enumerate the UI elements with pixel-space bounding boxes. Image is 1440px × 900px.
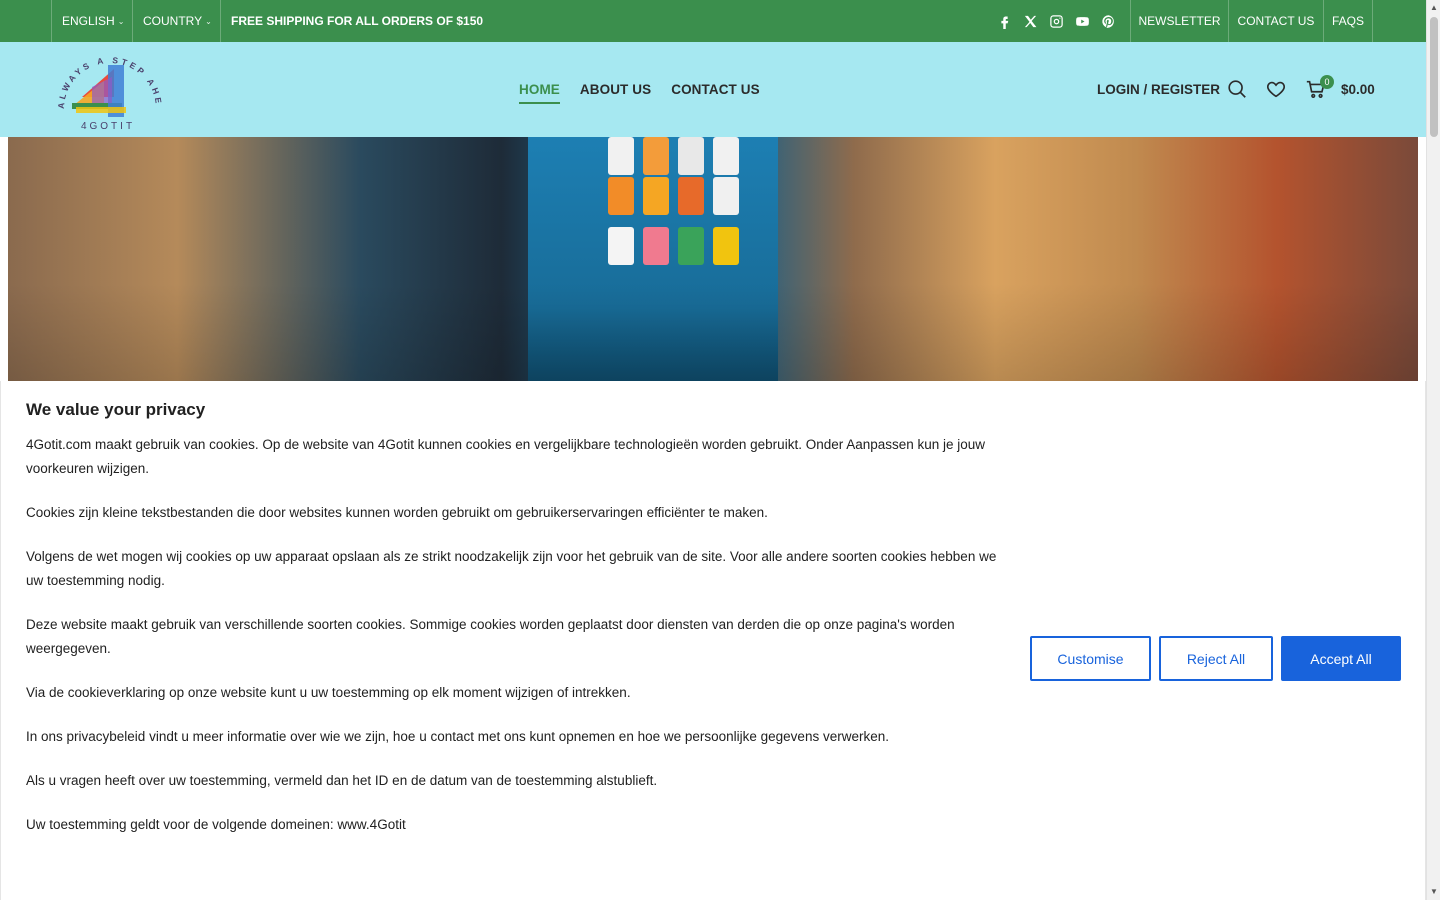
nav-about-us[interactable]: ABOUT US	[580, 82, 651, 97]
cookie-paragraph: Volgens de wet mogen wij cookies op uw a…	[26, 549, 997, 588]
newsletter-link[interactable]: NEWSLETTER	[1130, 0, 1228, 42]
language-label: ENGLISH	[62, 14, 115, 28]
cookie-paragraph: Uw toestemming geldt voor de volgende do…	[26, 817, 406, 832]
youtube-icon[interactable]	[1074, 13, 1090, 29]
chevron-down-icon: ⌄	[117, 16, 125, 26]
cookie-paragraph: Deze website maakt gebruik van verschill…	[26, 617, 955, 656]
cookie-paragraph: 4Gotit.com maakt gebruik van cookies. Op…	[26, 437, 986, 476]
cookie-paragraph: Cookies zijn kleine tekstbestanden die d…	[26, 505, 768, 520]
logo-brand-text: 4GOTIT	[81, 121, 135, 132]
wishlist-heart-icon[interactable]	[1265, 78, 1287, 100]
page-scrollbar[interactable]: ▲ ▼	[1426, 0, 1440, 900]
scrollbar-thumb[interactable]	[1430, 17, 1438, 137]
free-shipping-banner: FREE SHIPPING FOR ALL ORDERS OF $150	[231, 14, 484, 28]
language-selector[interactable]: ENGLISH ⌄	[51, 0, 127, 42]
cookie-paragraph: Via de cookieverklaring op onze website …	[26, 685, 631, 700]
customise-button[interactable]: Customise	[1030, 636, 1151, 681]
cart-total[interactable]: $0.00	[1341, 42, 1375, 137]
social-links	[996, 0, 1116, 42]
brand-logo[interactable]: ALWAYS A STEP AHEAD 4GOTIT	[47, 39, 164, 132]
country-label: COUNTRY	[143, 14, 203, 28]
cookie-title: We value your privacy	[26, 400, 206, 419]
primary-nav: HOME ABOUT US CONTACT US	[519, 42, 760, 137]
facebook-icon[interactable]	[996, 13, 1012, 29]
top-bar: ENGLISH ⌄ COUNTRY ⌄ FREE SHIPPING FOR AL…	[0, 0, 1426, 42]
hero-banner-image	[8, 137, 1418, 381]
search-icon[interactable]	[1226, 78, 1248, 100]
instagram-icon[interactable]	[1048, 13, 1064, 29]
accept-all-button[interactable]: Accept All	[1281, 636, 1401, 681]
scroll-up-arrow-icon[interactable]: ▲	[1427, 0, 1440, 14]
x-icon[interactable]	[1022, 13, 1038, 29]
scroll-down-arrow-icon[interactable]: ▼	[1427, 884, 1440, 898]
cookie-consent-banner: We value your privacy 4Gotit.com maakt g…	[0, 381, 1426, 900]
chevron-down-icon: ⌄	[205, 16, 212, 26]
cart-count-badge: 0	[1320, 75, 1334, 89]
contact-us-top-link[interactable]: CONTACT US	[1228, 0, 1323, 42]
nav-contact-us[interactable]: CONTACT US	[671, 82, 760, 97]
cookie-paragraph: Als u vragen heeft over uw toestemming, …	[26, 773, 658, 788]
country-selector[interactable]: COUNTRY ⌄	[132, 0, 220, 42]
main-header: ALWAYS A STEP AHEAD 4GOTIT HOME ABOUT US…	[0, 39, 1426, 137]
nav-home[interactable]: HOME	[519, 82, 560, 104]
pinterest-icon[interactable]	[1100, 13, 1116, 29]
login-register-link[interactable]: LOGIN / REGISTER	[1097, 42, 1220, 137]
divider	[220, 0, 221, 42]
faqs-link[interactable]: FAQS	[1323, 0, 1373, 42]
cookie-paragraph: In ons privacybeleid vindt u meer inform…	[26, 729, 889, 744]
reject-all-button[interactable]: Reject All	[1159, 636, 1273, 681]
